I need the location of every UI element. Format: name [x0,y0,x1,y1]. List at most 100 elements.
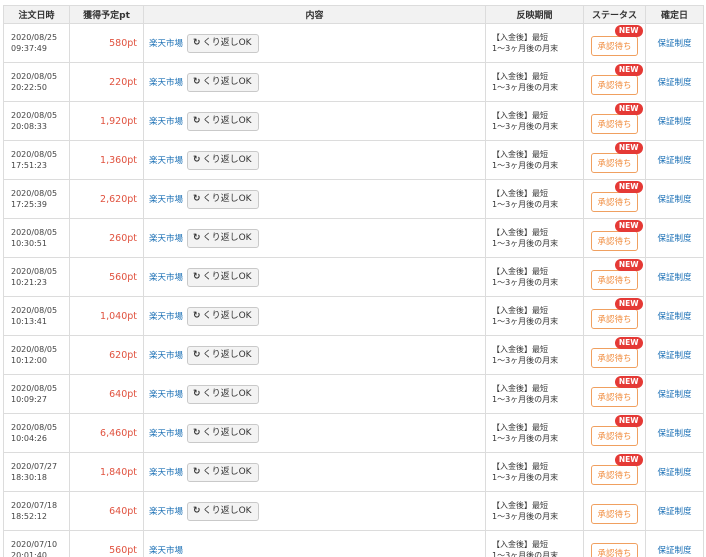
content-cell: 楽天市場 ↻ くり返しOK [143,491,486,531]
shop-link[interactable]: 楽天市場 [149,273,183,283]
repeat-ok-button[interactable]: ↻ くり返しOK [187,423,259,443]
guarantee-link[interactable]: 保証制度 [657,273,691,283]
shop-link[interactable]: 楽天市場 [149,234,183,244]
shop-link[interactable]: 楽天市場 [149,546,183,556]
status-cell: 承認待ち NEW [583,62,646,102]
repeat-ok-label: くり返しOK [202,349,252,360]
content-cell: 楽天市場 ↻ くり返しOK [143,296,486,336]
status-wrapper: 承認待ち [591,543,638,557]
guarantee-link[interactable]: 保証制度 [657,39,691,49]
repeat-ok-button[interactable]: ↻ くり返しOK [187,306,259,326]
confirm-cell: 保証制度 [645,452,704,492]
shop-link[interactable]: 楽天市場 [149,351,183,361]
period-cell: 【入金後】最短 1～3ヶ月後の月末 [485,62,584,102]
table-row: 2020/08/05 10:13:41 1,040pt 楽天市場 ↻ くり返しOK 【入金後… [3,296,704,336]
confirm-cell: 保証制度 [645,374,704,414]
shop-link[interactable]: 楽天市場 [149,468,183,478]
repeat-ok-button[interactable]: ↻ くり返しOK [187,384,259,404]
guarantee-link[interactable]: 保証制度 [657,234,691,244]
repeat-ok-button[interactable]: ↻ くり返しOK [187,111,259,131]
header-order-date: 注文日時 [3,5,70,24]
points-cell: 1,920pt [69,101,144,141]
period-line-1: 【入金後】最短 [492,345,548,354]
shop-link[interactable]: 楽天市場 [149,507,183,517]
period-line-2: 1～3ヶ月後の月末 [492,551,559,557]
repeat-ok-button[interactable]: ↻ くり返しOK [187,462,259,482]
status-wrapper: 承認待ち NEW [591,25,643,56]
guarantee-link[interactable]: 保証制度 [657,195,691,205]
period-line-2: 1～3ヶ月後の月末 [492,317,559,326]
order-time: 18:52:12 [11,512,47,521]
repeat-ok-button[interactable]: ↻ くり返しOK [187,501,259,521]
repeat-ok-button[interactable]: ↻ くり返しOK [187,72,259,92]
order-datetime-cell: 2020/08/05 10:09:27 [3,374,70,414]
order-datetime-cell: 2020/08/05 20:22:50 [3,62,70,102]
reload-icon: ↻ [193,193,201,204]
order-datetime-cell: 2020/08/05 10:21:23 [3,257,70,297]
guarantee-link[interactable]: 保証制度 [657,78,691,88]
shop-link[interactable]: 楽天市場 [149,429,183,439]
repeat-ok-button[interactable]: ↻ くり返しOK [187,150,259,170]
repeat-ok-button[interactable]: ↻ くり返しOK [187,228,259,248]
guarantee-link[interactable]: 保証制度 [657,117,691,127]
repeat-ok-label: くり返しOK [202,505,252,516]
status-badge: 承認待ち [591,153,638,173]
status-badge: 承認待ち [591,192,638,212]
order-time: 18:30:18 [11,473,47,482]
shop-link[interactable]: 楽天市場 [149,117,183,127]
status-badge: 承認待ち [591,231,638,251]
reload-icon: ↻ [193,310,201,321]
repeat-ok-button[interactable]: ↻ くり返しOK [187,345,259,365]
shop-link[interactable]: 楽天市場 [149,390,183,400]
reload-icon: ↻ [193,349,201,360]
period-cell: 【入金後】最短 1～3ヶ月後の月末 [485,530,584,557]
period-line-2: 1～3ヶ月後の月末 [492,122,559,131]
new-badge: NEW [614,220,643,232]
order-datetime-cell: 2020/08/05 20:08:33 [3,101,70,141]
confirm-cell: 保証制度 [645,101,704,141]
period-cell: 【入金後】最短 1～3ヶ月後の月末 [485,413,584,453]
confirm-cell: 保証制度 [645,257,704,297]
status-wrapper: 承認待ち NEW [591,103,643,134]
guarantee-link[interactable]: 保証制度 [657,429,691,439]
guarantee-link[interactable]: 保証制度 [657,312,691,322]
shop-link[interactable]: 楽天市場 [149,312,183,322]
content-cell: 楽天市場 ↻ くり返しOK [143,62,486,102]
period-line-2: 1～3ヶ月後の月末 [492,83,559,92]
status-badge: 承認待ち [591,348,638,368]
order-datetime-cell: 2020/08/25 09:37:49 [3,23,70,63]
reload-icon: ↻ [193,388,201,399]
new-badge: NEW [614,415,643,427]
period-cell: 【入金後】最短 1～3ヶ月後の月末 [485,179,584,219]
status-badge: 承認待ち [591,75,638,95]
period-line-2: 1～3ヶ月後の月末 [492,356,559,365]
table-row: 2020/08/05 10:12:00 620pt 楽天市場 ↻ くり返しOK 【入金後】最… [3,335,704,375]
repeat-ok-button[interactable]: ↻ くり返しOK [187,189,259,209]
guarantee-link[interactable]: 保証制度 [657,156,691,166]
confirm-cell: 保証制度 [645,62,704,102]
shop-link[interactable]: 楽天市場 [149,195,183,205]
period-line-1: 【入金後】最短 [492,72,548,81]
guarantee-link[interactable]: 保証制度 [657,390,691,400]
content-cell: 楽天市場 [143,530,486,557]
shop-link[interactable]: 楽天市場 [149,156,183,166]
points-cell: 560pt [69,257,144,297]
confirm-cell: 保証制度 [645,335,704,375]
guarantee-link[interactable]: 保証制度 [657,468,691,478]
header-status: ステータス [583,5,646,24]
guarantee-link[interactable]: 保証制度 [657,546,691,556]
reload-icon: ↻ [193,76,201,87]
repeat-ok-button[interactable]: ↻ くり返しOK [187,33,259,53]
repeat-ok-button[interactable]: ↻ くり返しOK [187,267,259,287]
period-cell: 【入金後】最短 1～3ヶ月後の月末 [485,140,584,180]
status-wrapper: 承認待ち NEW [591,220,643,251]
guarantee-link[interactable]: 保証制度 [657,351,691,361]
points-cell: 560pt [69,530,144,557]
shop-link[interactable]: 楽天市場 [149,39,183,49]
shop-link[interactable]: 楽天市場 [149,78,183,88]
status-badge: 承認待ち [591,504,638,524]
guarantee-link[interactable]: 保証制度 [657,507,691,517]
status-cell: 承認待ち NEW [583,257,646,297]
period-line-2: 1～3ヶ月後の月末 [492,512,559,521]
order-date: 2020/08/05 [11,306,58,315]
